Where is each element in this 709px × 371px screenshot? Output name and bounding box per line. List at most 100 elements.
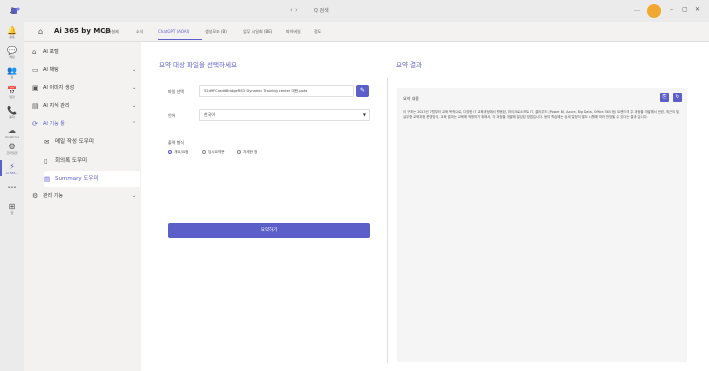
rail-item-label: 팀 xyxy=(10,75,14,79)
back-forward-buttons[interactable]: ‹ › xyxy=(290,6,298,14)
language-select[interactable]: 한국어 ▼ xyxy=(199,109,370,121)
rail-item-more[interactable]: ••• xyxy=(0,184,24,193)
rail-item-label: AI 365... xyxy=(5,171,19,175)
tools-icon: ⟳ xyxy=(32,120,38,128)
left-section-title: 요약 대상 파일을 선택하세요 xyxy=(159,61,237,69)
chevron-down-icon: ⌄ xyxy=(132,85,137,91)
sidebar: ⌂ AI 포털 ▭ AI 채팅 ⌄ ▣ AI 이미지 생성 ⌄ ▤ AI 지식 … xyxy=(24,42,141,371)
refresh-button[interactable]: ↻ xyxy=(673,93,682,102)
language-label: 언어 xyxy=(168,113,176,118)
document-icon: ▯ xyxy=(44,157,48,165)
tab-0[interactable]: 업자설제 xyxy=(104,29,119,35)
sidebar-subitem-label: Summary 도우미 xyxy=(55,176,99,182)
radio-dot xyxy=(202,150,206,154)
teams-icon: 👥 xyxy=(7,66,17,75)
phone-icon: 📞 xyxy=(7,106,17,115)
result-text: 이 구조는 2023년 7월부터 교육 목적으로, 다양한 IT 교육과정에서 … xyxy=(403,110,680,119)
rail-item-label: 앱 xyxy=(10,211,14,215)
tab-6[interactable]: 정도 xyxy=(314,29,321,35)
sidebar-item-ai-portal[interactable]: ⌂ AI 포털 xyxy=(32,45,136,59)
home-icon[interactable]: ⌂ xyxy=(38,27,43,36)
sidebar-item-admin[interactable]: ⚙ 관리 기능 ⌄ xyxy=(32,189,136,203)
rail-item-top[interactable]: ♫ xyxy=(0,6,24,15)
radio-dot xyxy=(237,150,241,154)
chevron-up-icon: ⌃ xyxy=(132,121,137,127)
search-input[interactable]: Q 검색 xyxy=(310,5,420,17)
rail-item-ai365[interactable]: ⚡ AI 365... xyxy=(0,162,24,175)
sidebar-subitem-summary-helper[interactable]: ▤ Summary 도우미 xyxy=(44,171,140,187)
sidebar-item-ai-chat[interactable]: ▭ AI 채팅 ⌄ xyxy=(32,63,136,77)
apps-grid-icon: ⊞ xyxy=(8,202,16,211)
radio-label: 자세한 정 xyxy=(243,150,258,154)
app-window: ‹ › Q 검색 … – ▢ ✕ ♫ 🔔 활동 💬 채팅 👥 팀 📅 일정 📞 xyxy=(0,0,709,371)
vertical-divider xyxy=(387,78,388,363)
chevron-down-icon: ⌄ xyxy=(132,67,137,73)
sidebar-subitem-label: 회의록 도우미 xyxy=(55,158,88,164)
minimize-button[interactable]: – xyxy=(670,6,673,13)
sidebar-item-label: 관리 기능 xyxy=(43,193,63,199)
active-tab-indicator xyxy=(158,39,202,40)
output-type-label: 출력 형식 xyxy=(168,140,184,145)
rail-item-apps[interactable]: ⊞ 앱 xyxy=(0,202,24,215)
app-title: Ai 365 by MCB xyxy=(54,27,111,35)
image-icon: ▣ xyxy=(32,84,39,92)
copy-icon: ⎘ xyxy=(662,94,667,100)
tab-3[interactable]: 생성모조 (B) xyxy=(205,29,227,35)
chevron-down-icon: ⌄ xyxy=(132,193,137,199)
main-content: 요약 대상 파일을 선택하세요 요약 결과 파일 선택 52d9FCreditB… xyxy=(141,42,709,371)
rail-item-activity[interactable]: 🔔 활동 xyxy=(0,26,24,39)
home-icon: ⌂ xyxy=(32,48,37,56)
sidebar-subitem-meeting-helper[interactable]: ▯ 회의록 도우미 xyxy=(44,153,140,169)
sidebar-subitem-mail-helper[interactable]: ✉ 메일 작성 도우미 xyxy=(44,134,140,150)
rail-item-teams[interactable]: 👥 팀 xyxy=(0,66,24,79)
app-icon: ♫ xyxy=(8,6,16,15)
chevron-down-icon: ⌄ xyxy=(132,103,137,109)
cloud-icon: ☁ xyxy=(8,126,16,135)
radio-label: 개요/요점 xyxy=(174,150,189,154)
rail-item-calendar[interactable]: 📅 일정 xyxy=(0,86,24,99)
chat-icon: ▭ xyxy=(32,66,39,74)
sidebar-item-label: AI 이미지 생성 xyxy=(43,85,75,91)
rail-item-label: 활동 xyxy=(9,35,15,39)
file-path-field[interactable]: 52d9FCreditBridgeRSO Dynamic Training ce… xyxy=(199,85,354,97)
sidebar-item-ai-tools[interactable]: ⟳ AI 기능 툴 ⌃ xyxy=(32,117,136,131)
rail-item-label: 통화 xyxy=(9,115,15,119)
ai365-app-icon: ⚡ xyxy=(9,162,15,171)
avatar[interactable] xyxy=(647,4,661,18)
tab-5[interactable]: 파이버일 xyxy=(286,29,301,35)
more-options-icon[interactable]: … xyxy=(634,6,640,13)
close-button[interactable]: ✕ xyxy=(695,6,700,13)
dropdown-arrow-icon: ▼ xyxy=(362,112,366,117)
more-dots-icon: ••• xyxy=(7,185,17,191)
right-section-title: 요약 결과 xyxy=(396,61,422,69)
copy-button[interactable]: ⎘ xyxy=(660,93,669,102)
app-header: ⌂ Ai 365 by MCB 업자설제 소식 ChatGPT (AOAI) 생… xyxy=(24,22,709,42)
summarize-button[interactable]: 요약하기 xyxy=(168,223,370,238)
result-panel: 요약 내용 ⎘ ↻ 이 구조는 2023년 7월부터 교육 목적으로, 다양한 … xyxy=(397,88,687,362)
rail-item-label: 코파일럿 xyxy=(6,151,18,155)
rail-item-chat[interactable]: 💬 채팅 xyxy=(0,46,24,59)
tab-chatgpt[interactable]: ChatGPT (AOAI) xyxy=(158,29,189,34)
attach-file-button[interactable]: ✎ xyxy=(356,85,369,97)
language-select-value: 한국어 xyxy=(204,112,216,117)
rail-item-copilot[interactable]: ⚙ 코파일럿 xyxy=(0,142,24,155)
sidebar-item-ai-image[interactable]: ▣ AI 이미지 생성 ⌄ xyxy=(32,81,136,95)
tab-4[interactable]: 업무 시일회 (BE) xyxy=(243,29,272,35)
radio-label: 임시요약문 xyxy=(208,150,225,154)
rail-item-calls[interactable]: 📞 통화 xyxy=(0,106,24,119)
sidebar-item-ai-knowledge[interactable]: ▤ AI 지식 관리 ⌄ xyxy=(32,99,136,113)
rail-item-onedrive[interactable]: ☁ OneDrive xyxy=(0,126,24,139)
app-rail: ♫ 🔔 활동 💬 채팅 👥 팀 📅 일정 📞 통화 ☁ OneDrive ⚙ 코… xyxy=(0,6,24,371)
sidebar-item-label: AI 포털 xyxy=(43,49,59,55)
radio-dot xyxy=(168,150,172,154)
copilot-icon: ⚙ xyxy=(8,142,16,151)
result-label: 요약 내용 xyxy=(403,96,419,101)
title-bar: ‹ › Q 검색 … – ▢ ✕ xyxy=(0,0,709,22)
sidebar-item-label: AI 기능 툴 xyxy=(43,121,65,127)
chat-icon: 💬 xyxy=(7,46,17,55)
mail-icon: ✉ xyxy=(44,138,50,146)
tab-1[interactable]: 소식 xyxy=(136,29,143,35)
sidebar-item-label: AI 지식 관리 xyxy=(43,103,70,109)
maximize-button[interactable]: ▢ xyxy=(682,6,688,13)
rail-item-label: 채팅 xyxy=(9,55,15,59)
